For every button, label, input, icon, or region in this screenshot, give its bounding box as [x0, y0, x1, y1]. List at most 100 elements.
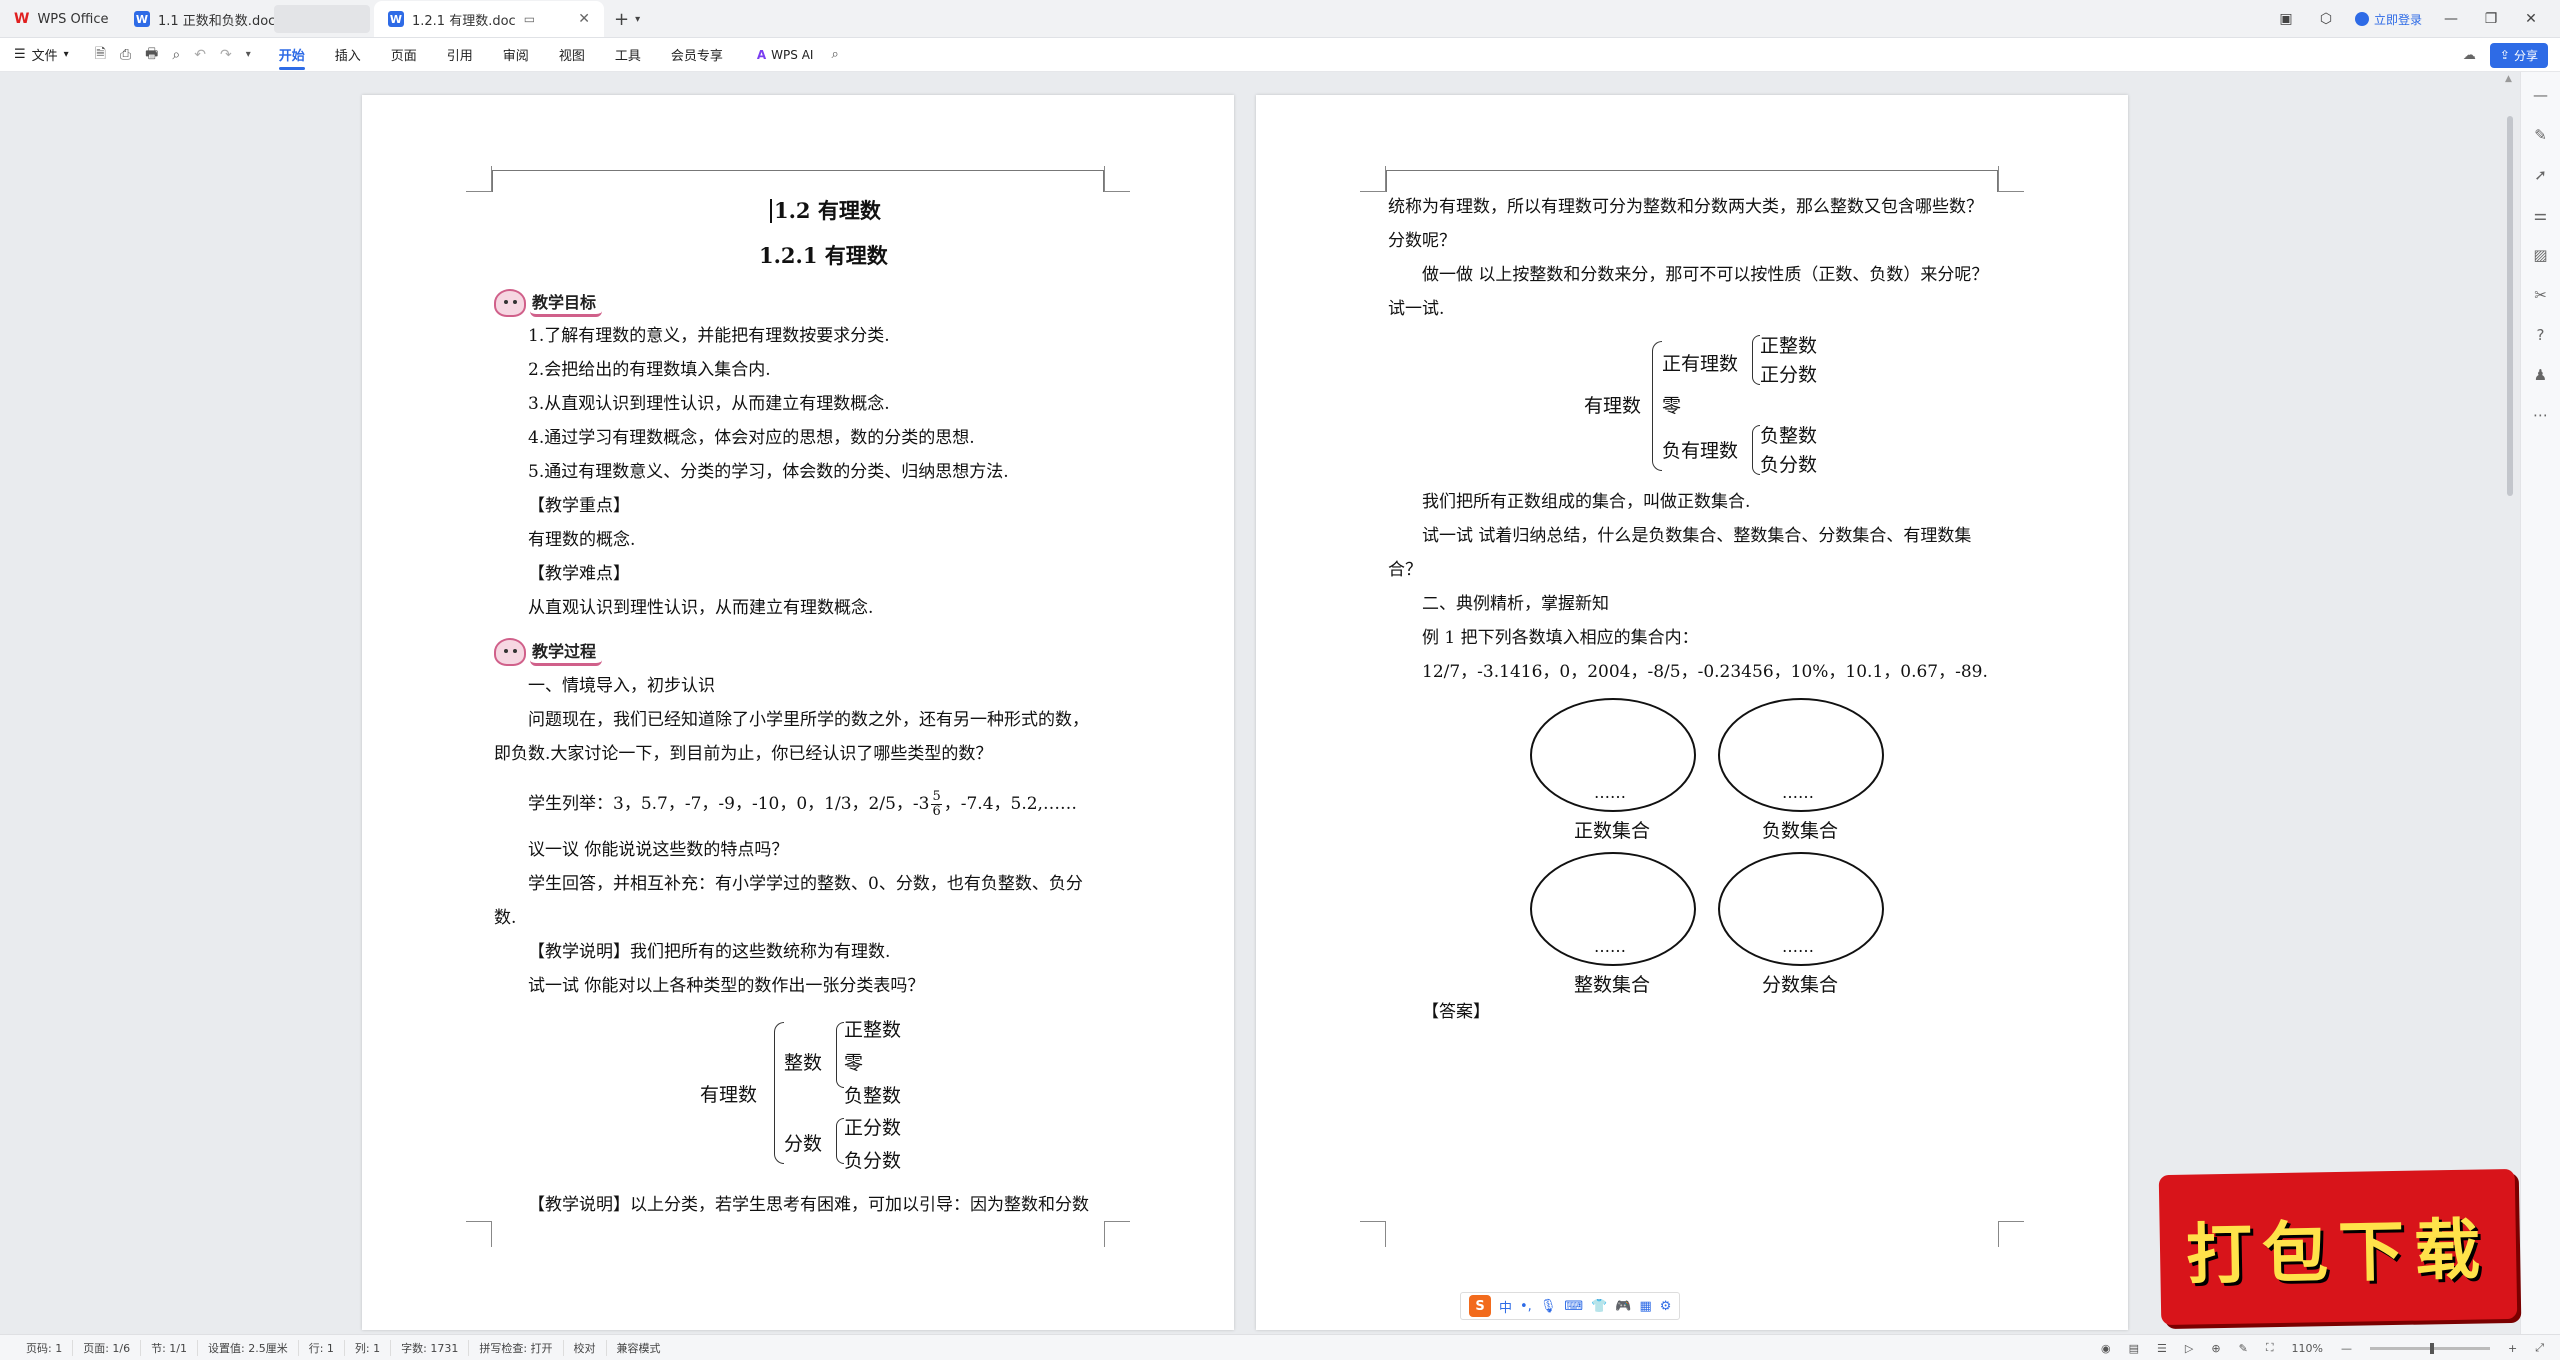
- paragraph-3b: 数.: [494, 908, 517, 928]
- banner-goals: 教学目标: [494, 289, 603, 317]
- share-button[interactable]: ⇪ 分享: [2489, 42, 2548, 68]
- p2-paragraph-3: 做一做 以上按整数和分数来分，那可不可以按性质（正数、负数）来分呢？: [1422, 265, 1989, 285]
- window-mode-icon[interactable]: ▭: [524, 12, 535, 26]
- scroll-thumb[interactable]: [2507, 116, 2513, 496]
- status-proofread[interactable]: 校对: [564, 1339, 607, 1356]
- wps-ai-label: WPS AI: [771, 47, 814, 62]
- redo-icon[interactable]: ↷: [220, 47, 232, 63]
- hamburger-icon: ☰: [14, 47, 26, 62]
- goal-1: 1.了解有理数的意义，并能把有理数按要求分类.: [528, 326, 890, 346]
- tab-home[interactable]: W WPS Office: [0, 1, 120, 37]
- status-pages[interactable]: 页面: 1/6: [73, 1339, 142, 1356]
- set-dots: ……: [1594, 937, 1626, 956]
- settings-icon[interactable]: ⚙: [1660, 1299, 1672, 1314]
- eye-icon[interactable]: ◉: [2101, 1342, 2111, 1355]
- more-tools-icon[interactable]: ▾: [246, 49, 251, 60]
- share-label: 分享: [2513, 48, 2538, 63]
- print-preview-icon[interactable]: ⌕: [172, 47, 180, 63]
- menu-review[interactable]: 审阅: [503, 38, 529, 72]
- collapse-icon[interactable]: —: [2533, 86, 2548, 104]
- tab-active-doc[interactable]: W 1.2.1 有理数.doc ▭ ✕: [374, 1, 604, 37]
- close-tab-icon[interactable]: ✕: [578, 11, 590, 27]
- status-right-area: ◉ ▤ ☰ ▷ ⊕ ✎ ⛶ 110% — + ⤢: [2101, 1335, 2544, 1360]
- undo-icon[interactable]: ↶: [194, 47, 206, 63]
- apps-icon[interactable]: ▦: [1639, 1299, 1651, 1314]
- status-compat-mode[interactable]: 兼容模式: [607, 1340, 671, 1356]
- status-row[interactable]: 行: 1: [299, 1339, 345, 1356]
- close-window-icon[interactable]: ✕: [2520, 11, 2542, 27]
- cube-icon[interactable]: ⬡: [2315, 11, 2337, 27]
- web-view-icon[interactable]: ⊕: [2211, 1342, 2220, 1355]
- zoom-in-icon[interactable]: +: [2508, 1342, 2517, 1355]
- zoom-out-icon[interactable]: —: [2341, 1342, 2352, 1355]
- login-label: 立即登录: [2373, 12, 2422, 27]
- status-setting[interactable]: 设置值: 2.5厘米: [198, 1339, 299, 1356]
- help-icon[interactable]: ?: [2537, 326, 2545, 344]
- keyboard-icon[interactable]: ⌨: [1564, 1299, 1583, 1314]
- status-page[interactable]: 页码: 1: [16, 1339, 74, 1356]
- document-page-2[interactable]: 统称为有理数，所以有理数可分为整数和分数两大类，那么整数又包含哪些数？ 分数呢？…: [1256, 95, 2128, 1330]
- menu-view[interactable]: 视图: [559, 38, 585, 72]
- punctuation-icon[interactable]: •,: [1520, 1299, 1532, 1314]
- file-menu[interactable]: ☰ 文件 ▾: [14, 45, 69, 64]
- select-icon[interactable]: ➚: [2534, 166, 2547, 184]
- vertical-scrollbar[interactable]: ▲: [2504, 72, 2516, 1334]
- menu-reference[interactable]: 引用: [447, 38, 473, 72]
- fit-page-icon[interactable]: ⛶: [2266, 1341, 2274, 1355]
- wps-ai-button[interactable]: A WPS AI: [757, 48, 814, 62]
- menu-home[interactable]: 开始: [278, 38, 305, 72]
- pen-mode-icon[interactable]: ✎: [2239, 1342, 2248, 1355]
- menu-insert[interactable]: 插入: [335, 38, 361, 72]
- more-icon[interactable]: ⋯: [2533, 406, 2548, 424]
- word-doc-icon: W: [134, 11, 150, 27]
- minimize-icon[interactable]: —: [2440, 11, 2462, 27]
- tree-neg-int: 负整数: [844, 1085, 902, 1107]
- skin-icon[interactable]: 👕: [1591, 1299, 1607, 1314]
- tools-icon[interactable]: ✂: [2534, 286, 2547, 304]
- tab-hidden[interactable]: [274, 4, 370, 33]
- tree-pos-frac: 正分数: [844, 1117, 902, 1139]
- adjust-icon[interactable]: ⚌: [2534, 206, 2547, 224]
- outline-view-icon[interactable]: ☰: [2157, 1342, 2167, 1355]
- fullscreen-icon[interactable]: ⤢: [2535, 1341, 2544, 1355]
- difficulty-text: 从直观认识到理性认识，从而建立有理数概念.: [528, 598, 874, 618]
- export-pdf-icon[interactable]: ⎙: [120, 47, 131, 63]
- paragraph-5: 试一试 你能对以上各种类型的数作出一张分类表吗？: [528, 976, 925, 996]
- save-icon[interactable]: 🗎: [95, 43, 106, 67]
- cloud-sync-icon[interactable]: ☁: [2463, 48, 2476, 63]
- game-icon[interactable]: 🎮: [1615, 1299, 1631, 1314]
- ime-mode-label[interactable]: 中: [1499, 1297, 1512, 1316]
- download-package-badge[interactable]: 打包下载: [2158, 1168, 2518, 1326]
- page-view-icon[interactable]: ▤: [2129, 1342, 2139, 1355]
- number-list-b: ，-7.4，5.2,……: [943, 794, 1077, 814]
- tree2-neg-int: 负整数: [1760, 425, 1818, 447]
- login-button[interactable]: 立即登录: [2354, 11, 2422, 28]
- document-page-1[interactable]: 1.2 有理数 1.2.1 有理数 教学目标 1.了解有理数的意义，并能把有理数…: [362, 95, 1234, 1330]
- status-word-count[interactable]: 字数: 1731: [391, 1339, 470, 1356]
- microphone-icon[interactable]: 🎙: [1540, 1299, 1557, 1314]
- menu-tools[interactable]: 工具: [615, 38, 641, 72]
- scroll-up-icon[interactable]: ▲: [2505, 74, 2512, 84]
- tab-doc-1-label: 1.1 正数和负数.doc: [158, 13, 276, 29]
- image-icon[interactable]: ▨: [2533, 246, 2547, 264]
- search-icon[interactable]: ⌕: [831, 47, 838, 62]
- crop-mark: [1360, 166, 1386, 192]
- status-spellcheck[interactable]: 拼写检查: 打开: [469, 1339, 564, 1356]
- pen-icon[interactable]: ✎: [2534, 126, 2547, 144]
- p2-paragraph-4: 试一试.: [1388, 299, 1445, 319]
- layout-icon[interactable]: ▣: [2275, 11, 2297, 27]
- set-label-fraction: 分数集合: [1762, 974, 1839, 996]
- zoom-slider[interactable]: [2369, 1342, 2490, 1354]
- play-icon[interactable]: ▷: [2185, 1342, 2193, 1355]
- status-col[interactable]: 列: 1: [345, 1339, 392, 1356]
- status-section[interactable]: 节: 1/1: [141, 1339, 199, 1356]
- print-icon[interactable]: 🖶: [145, 43, 158, 67]
- menu-page[interactable]: 页面: [391, 38, 417, 72]
- tab-doc-1[interactable]: W 1.1 正数和负数.doc: [120, 1, 275, 37]
- restore-icon[interactable]: ❐: [2480, 11, 2502, 27]
- zoom-level[interactable]: 110%: [2292, 1342, 2323, 1355]
- menu-member[interactable]: 会员专享: [671, 38, 723, 72]
- shirt-icon[interactable]: ♟: [2534, 366, 2547, 384]
- new-tab-button[interactable]: + ▾: [604, 1, 650, 37]
- ime-toolbar[interactable]: S 中 •, 🎙 ⌨ 👕 🎮 ▦ ⚙: [1460, 1292, 1681, 1320]
